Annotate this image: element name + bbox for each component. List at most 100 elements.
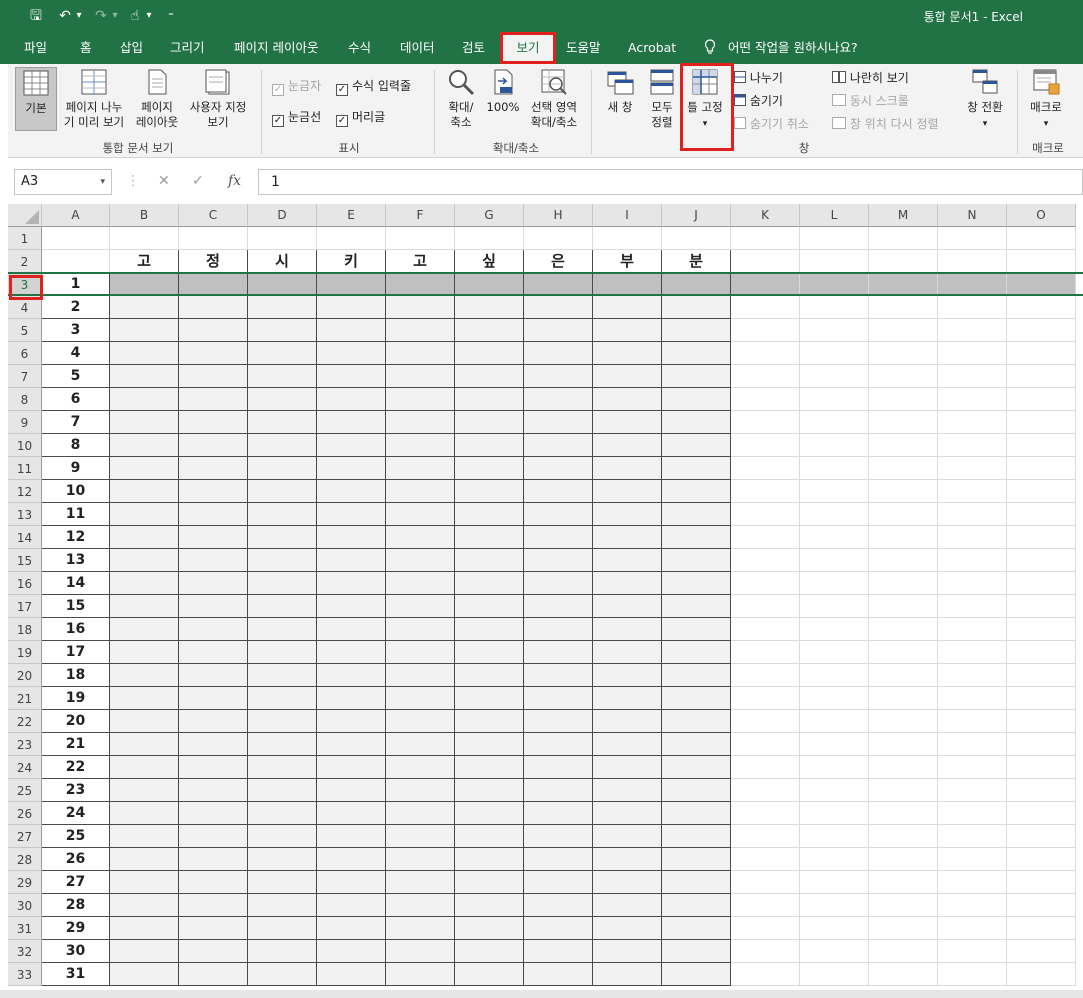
cell-c27[interactable] <box>179 825 248 848</box>
cell-k27[interactable] <box>731 825 800 848</box>
custom-views-button[interactable]: 사용자 지정 보기 <box>184 67 252 130</box>
cell-g30[interactable] <box>455 894 524 917</box>
tab-review[interactable]: 검토 <box>452 32 495 64</box>
cell-a32[interactable]: 30 <box>42 940 110 963</box>
cell-f31[interactable] <box>386 917 455 940</box>
cell-o16[interactable] <box>1007 572 1076 595</box>
cell-i21[interactable] <box>593 687 662 710</box>
cell-k20[interactable] <box>731 664 800 687</box>
cell-f30[interactable] <box>386 894 455 917</box>
column-header-e[interactable]: E <box>317 204 386 227</box>
cell-g20[interactable] <box>455 664 524 687</box>
macros-button[interactable]: 매크로 ▾ <box>1022 67 1070 132</box>
touch-mode-icon[interactable]: ☝ <box>126 6 144 26</box>
cell-h30[interactable] <box>524 894 593 917</box>
cell-m24[interactable] <box>869 756 938 779</box>
cell-d26[interactable] <box>248 802 317 825</box>
cell-d13[interactable] <box>248 503 317 526</box>
cell-o1[interactable] <box>1007 227 1076 250</box>
cell-j32[interactable] <box>662 940 731 963</box>
cell-n19[interactable] <box>938 641 1007 664</box>
cell-g22[interactable] <box>455 710 524 733</box>
cell-b30[interactable] <box>110 894 179 917</box>
row-header-33[interactable]: 33 <box>8 963 42 986</box>
cell-a17[interactable]: 15 <box>42 595 110 618</box>
cell-f33[interactable] <box>386 963 455 986</box>
cell-n4[interactable] <box>938 296 1007 319</box>
tab-draw[interactable]: 그리기 <box>160 32 215 64</box>
cell-m22[interactable] <box>869 710 938 733</box>
cell-h19[interactable] <box>524 641 593 664</box>
cell-d24[interactable] <box>248 756 317 779</box>
cell-o4[interactable] <box>1007 296 1076 319</box>
row-header-23[interactable]: 23 <box>8 733 42 756</box>
cell-l7[interactable] <box>800 365 869 388</box>
cell-g16[interactable] <box>455 572 524 595</box>
row-header-31[interactable]: 31 <box>8 917 42 940</box>
row-header-8[interactable]: 8 <box>8 388 42 411</box>
cell-m3[interactable] <box>869 273 938 296</box>
column-header-m[interactable]: M <box>869 204 938 227</box>
cell-e1[interactable] <box>317 227 386 250</box>
cell-a8[interactable]: 6 <box>42 388 110 411</box>
cell-a33[interactable]: 31 <box>42 963 110 986</box>
cell-h1[interactable] <box>524 227 593 250</box>
cell-j33[interactable] <box>662 963 731 986</box>
cell-d19[interactable] <box>248 641 317 664</box>
cell-e17[interactable] <box>317 595 386 618</box>
cell-h5[interactable] <box>524 319 593 342</box>
cell-j2[interactable]: 분 <box>662 250 731 273</box>
cell-a2[interactable] <box>42 250 110 273</box>
cell-m14[interactable] <box>869 526 938 549</box>
cell-o22[interactable] <box>1007 710 1076 733</box>
cell-l28[interactable] <box>800 848 869 871</box>
cell-n24[interactable] <box>938 756 1007 779</box>
cell-m13[interactable] <box>869 503 938 526</box>
cell-d7[interactable] <box>248 365 317 388</box>
cell-e6[interactable] <box>317 342 386 365</box>
cell-n5[interactable] <box>938 319 1007 342</box>
cell-j16[interactable] <box>662 572 731 595</box>
cell-g19[interactable] <box>455 641 524 664</box>
cell-n27[interactable] <box>938 825 1007 848</box>
tab-help[interactable]: 도움말 <box>556 32 611 64</box>
cell-b21[interactable] <box>110 687 179 710</box>
cell-h8[interactable] <box>524 388 593 411</box>
cell-h11[interactable] <box>524 457 593 480</box>
cell-m4[interactable] <box>869 296 938 319</box>
row-header-26[interactable]: 26 <box>8 802 42 825</box>
select-all-corner[interactable] <box>8 204 42 227</box>
cell-c3[interactable] <box>179 273 248 296</box>
cell-c20[interactable] <box>179 664 248 687</box>
cell-k14[interactable] <box>731 526 800 549</box>
cell-f24[interactable] <box>386 756 455 779</box>
cell-k11[interactable] <box>731 457 800 480</box>
column-header-o[interactable]: O <box>1007 204 1076 227</box>
save-icon[interactable]: 🖫 <box>26 6 46 26</box>
cell-c1[interactable] <box>179 227 248 250</box>
cell-l21[interactable] <box>800 687 869 710</box>
cell-e23[interactable] <box>317 733 386 756</box>
row-header-7[interactable]: 7 <box>8 365 42 388</box>
cell-g2[interactable]: 싶 <box>455 250 524 273</box>
cell-e2[interactable]: 키 <box>317 250 386 273</box>
cell-h16[interactable] <box>524 572 593 595</box>
zoom-100-button[interactable]: 100% <box>484 67 522 115</box>
cell-k33[interactable] <box>731 963 800 986</box>
cell-e18[interactable] <box>317 618 386 641</box>
cell-a23[interactable]: 21 <box>42 733 110 756</box>
cell-i27[interactable] <box>593 825 662 848</box>
cell-m7[interactable] <box>869 365 938 388</box>
cell-l5[interactable] <box>800 319 869 342</box>
cell-e14[interactable] <box>317 526 386 549</box>
view-side-by-side-button[interactable]: 나란히 보기 <box>832 70 909 86</box>
row-header-18[interactable]: 18 <box>8 618 42 641</box>
cell-j25[interactable] <box>662 779 731 802</box>
cell-k13[interactable] <box>731 503 800 526</box>
cell-o29[interactable] <box>1007 871 1076 894</box>
cell-k12[interactable] <box>731 480 800 503</box>
cell-n28[interactable] <box>938 848 1007 871</box>
cell-l19[interactable] <box>800 641 869 664</box>
cell-d28[interactable] <box>248 848 317 871</box>
cell-n22[interactable] <box>938 710 1007 733</box>
